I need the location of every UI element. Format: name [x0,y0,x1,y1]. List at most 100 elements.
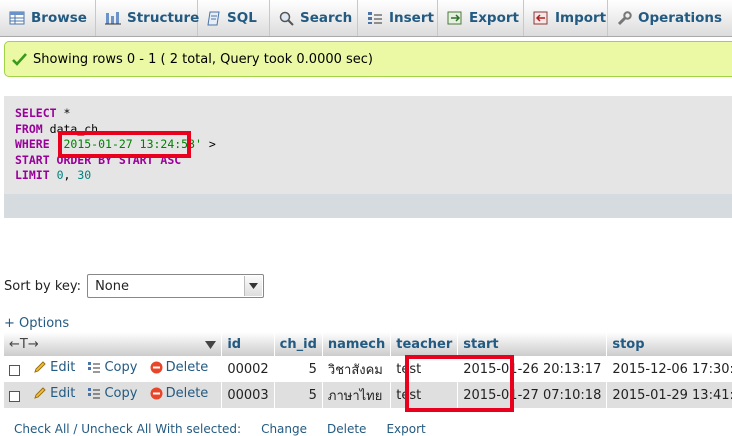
sql-limit-sep: , [63,168,71,182]
wrench-icon [617,10,632,25]
tab-label: Export [469,10,519,26]
import-icon [533,11,548,25]
edit-label: Edit [50,385,76,401]
options-link[interactable]: + Options [4,316,69,331]
success-message: Showing rows 0 - 1 ( 2 total, Query took… [4,41,732,77]
pencil-icon [34,361,46,374]
tab-search[interactable]: Search [270,0,358,36]
table-header-row: ←T→ id ch_id namech teacher start stop [4,332,732,356]
structure-icon [105,12,121,25]
column-arrows-header[interactable]: ←T→ [4,332,223,356]
bulk-actions: Check All / Uncheck All With selected: C… [14,422,426,436]
highlight-box-where [58,131,191,158]
cell-id: 00002 [221,356,275,382]
cell-namech: วิชาสังคม [322,356,392,382]
copy-icon [88,388,101,399]
tab-label: Browse [31,10,87,26]
edit-label: Edit [50,359,76,375]
insert-icon [368,12,382,24]
pencil-icon [34,387,46,400]
column-header-teacher[interactable]: teacher [390,332,459,356]
delete-label: Delete [165,386,209,402]
column-header-namech[interactable]: namech [322,332,392,356]
sql-box-footer [4,194,732,218]
delete-link[interactable]: Delete [327,422,366,436]
delete-icon [150,387,163,400]
delete-button[interactable]: Delete [150,360,209,376]
tab-label: SQL [227,10,257,26]
change-link[interactable]: Change [261,422,307,436]
delete-label: Delete [165,360,209,376]
tab-bar: Browse Structure SQL Search Insert Expor… [0,0,732,37]
row-actions: Edit Copy Delete [4,382,223,408]
delete-button[interactable]: Delete [150,386,209,402]
copy-icon [88,362,101,373]
sql-keyword: FROM [15,121,43,136]
tab-export[interactable]: Export [438,0,524,36]
row-checkbox[interactable] [9,391,20,403]
row-checkbox[interactable] [9,365,20,377]
sql-limit-count: 30 [77,168,92,182]
edit-button[interactable]: Edit [33,386,75,401]
cell-id: 00003 [221,382,275,408]
delete-icon [150,361,163,374]
cell-ch-id: 5 [274,356,323,382]
tab-structure[interactable]: Structure [96,0,200,36]
column-label: ch_id [279,336,317,352]
column-label: start [463,336,499,352]
column-label: namech [327,336,386,352]
column-label: stop [612,336,645,352]
cell-namech: ภาษาไทย [322,382,392,408]
search-icon [279,11,294,26]
column-label: id [227,336,242,352]
highlight-box-start [405,355,514,412]
table-row: Edit Copy Delete 00003 5 ภาษาไทย test 20… [4,382,732,408]
chevron-down-icon [244,276,263,296]
cell-stop: 2015-12-06 17:30:49 [606,356,732,382]
sort-label: Sort by key: [4,278,82,294]
column-arrows: ←T→ [9,336,39,352]
cell-ch-id: 5 [274,382,323,408]
tab-operations[interactable]: Operations [608,0,732,36]
tab-label: Search [300,10,353,26]
sql-keyword: SELECT [15,106,57,120]
check-all-link[interactable]: Check All / Uncheck All With selected: [14,422,241,436]
table-icon [9,11,25,25]
sort-by-key: Sort by key: None [4,274,265,298]
tab-sql[interactable]: SQL [198,0,270,36]
tab-insert[interactable]: Insert [358,0,438,36]
check-icon [12,52,27,66]
tab-label: Import [555,10,607,26]
column-label: teacher [396,336,453,352]
tab-label: Operations [638,10,723,26]
tab-browse[interactable]: Browse [0,0,96,36]
copy-label: Copy [104,360,138,376]
results-table: ←T→ id ch_id namech teacher start stop E… [4,332,732,408]
tab-import[interactable]: Import [524,0,608,36]
sql-star: * [63,106,71,120]
copy-button[interactable]: Copy [87,360,137,375]
cell-stop: 2015-01-29 13:41:35 [606,382,732,408]
message-text: Showing rows 0 - 1 ( 2 total, Query took… [33,51,374,67]
copy-label: Copy [104,386,138,402]
column-header-id[interactable]: id [221,332,275,356]
tab-label: Structure [127,10,200,26]
sql-icon [207,11,220,25]
copy-button[interactable]: Copy [87,386,137,401]
sql-keyword: LIMIT [15,168,50,182]
export-link[interactable]: Export [386,422,425,436]
column-header-ch-id[interactable]: ch_id [274,332,323,356]
sql-limit-offset: 0 [56,168,64,182]
row-actions: Edit Copy Delete [4,356,223,382]
tab-label: Insert [389,10,434,26]
sql-where-op: > [208,137,216,151]
column-header-stop[interactable]: stop [606,332,732,356]
column-header-start[interactable]: start [457,332,608,356]
edit-button[interactable]: Edit [33,360,75,375]
export-icon [447,11,462,25]
sort-value: None [95,278,129,294]
sort-triangle-icon[interactable] [205,340,217,349]
sql-keyword: WHERE [15,137,50,151]
sort-select[interactable]: None [87,274,265,298]
table-row: Edit Copy Delete 00002 5 วิชาสังคม test … [4,356,732,382]
